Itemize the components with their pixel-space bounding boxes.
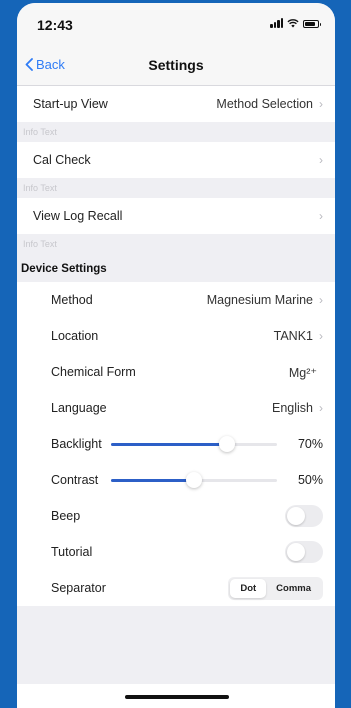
chevron-right-icon: › — [319, 97, 323, 111]
language-label: Language — [51, 401, 107, 415]
chevron-right-icon: › — [319, 209, 323, 223]
startup-view-label: Start-up View — [33, 97, 108, 111]
method-row[interactable]: Method Magnesium Marine › — [17, 282, 335, 318]
language-row[interactable]: Language English › — [17, 390, 335, 426]
method-label: Method — [51, 293, 93, 307]
info-text: Info Text — [23, 127, 57, 137]
chemical-form-value: Mg²⁺ — [288, 365, 317, 380]
backlight-slider[interactable] — [111, 435, 277, 452]
contrast-slider[interactable] — [111, 471, 277, 488]
beep-toggle[interactable] — [285, 505, 323, 527]
cal-check-label: Cal Check — [33, 153, 91, 167]
navigation-bar: Back Settings — [17, 45, 335, 86]
separator-segmented-control: Dot Comma — [228, 576, 323, 600]
view-log-recall-row[interactable]: View Log Recall › — [17, 198, 335, 234]
device-settings-header: Device Settings — [21, 263, 107, 275]
tutorial-row: Tutorial — [17, 534, 335, 570]
beep-label: Beep — [51, 509, 81, 523]
separator-option-dot[interactable]: Dot — [230, 578, 267, 598]
method-value: Magnesium Marine — [206, 293, 313, 307]
chevron-right-icon: › — [319, 293, 323, 307]
backlight-row: Backlight 70% — [17, 426, 335, 462]
view-log-recall-label: View Log Recall — [33, 209, 123, 223]
language-value: English — [272, 401, 313, 415]
battery-icon — [303, 20, 321, 28]
beep-row: Beep — [17, 498, 335, 534]
page-title: Settings — [148, 57, 204, 73]
contrast-value: 50% — [297, 473, 323, 487]
info-text: Info Text — [23, 183, 57, 193]
contrast-row: Contrast 50% — [17, 462, 335, 498]
chevron-right-icon: › — [319, 153, 323, 167]
contrast-slider-thumb[interactable] — [186, 471, 202, 488]
wifi-icon — [287, 19, 299, 28]
backlight-label: Backlight — [51, 437, 102, 451]
chevron-right-icon: › — [319, 329, 323, 343]
location-row[interactable]: Location TANK1 › — [17, 318, 335, 354]
contrast-label: Contrast — [51, 473, 99, 487]
backlight-slider-fill — [111, 442, 228, 446]
startup-view-row[interactable]: Start-up View Method Selection › — [17, 86, 335, 122]
toggle-knob — [287, 507, 305, 525]
signal-icon — [270, 18, 283, 28]
separator-option-comma[interactable]: Comma — [266, 579, 321, 598]
status-bar: 12:43 — [17, 3, 335, 45]
tutorial-label: Tutorial — [51, 545, 93, 559]
tutorial-toggle[interactable] — [285, 541, 323, 563]
cal-check-row[interactable]: Cal Check › — [17, 142, 335, 178]
chevron-right-icon: › — [319, 401, 323, 415]
separator-row: Separator Dot Comma — [17, 570, 335, 606]
toggle-knob — [287, 543, 305, 561]
status-time: 12:43 — [37, 17, 73, 33]
backlight-value: 70% — [297, 437, 323, 451]
chemical-form-row: Chemical Form Mg²⁺ — [17, 354, 335, 390]
chemical-form-label: Chemical Form — [51, 365, 136, 379]
location-value: TANK1 — [273, 329, 313, 343]
contrast-slider-fill — [111, 478, 194, 482]
startup-view-value: Method Selection — [216, 97, 313, 111]
backlight-slider-thumb[interactable] — [219, 435, 236, 452]
location-label: Location — [51, 329, 99, 343]
phone-screen: 12:43 Back Settings Start-up View Method… — [17, 3, 335, 708]
device-settings-group: Method Magnesium Marine › Location TANK1… — [17, 282, 335, 606]
home-indicator[interactable] — [125, 695, 229, 699]
separator-label: Separator — [51, 581, 106, 595]
info-text: Info Text — [23, 239, 57, 249]
system-icons — [270, 18, 321, 28]
